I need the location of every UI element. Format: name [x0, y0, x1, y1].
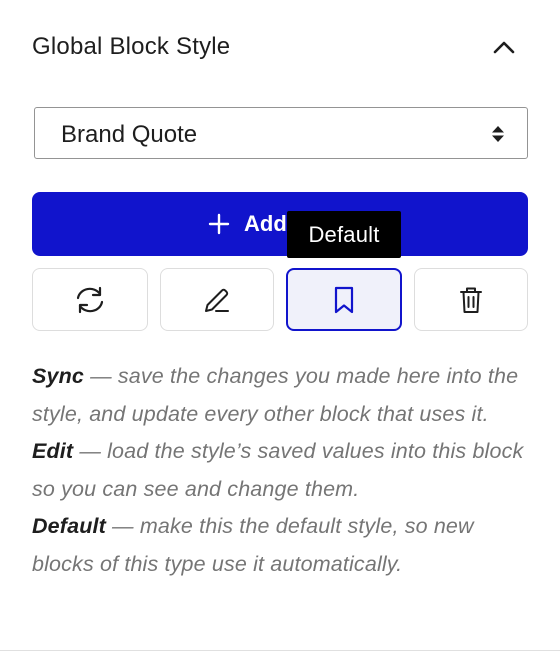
style-select-value: Brand Quote	[61, 121, 198, 148]
global-block-style-panel: Global Block Style Brand Quote Add Defau…	[0, 0, 560, 651]
chevron-up-icon[interactable]	[490, 34, 518, 62]
trash-icon	[460, 287, 482, 313]
panel-header[interactable]: Global Block Style	[0, 0, 560, 96]
help-item-edit: Edit — load the style’s saved values int…	[32, 433, 532, 508]
help-item-sync: Sync — save the changes you made here in…	[32, 358, 532, 433]
panel-title: Global Block Style	[32, 33, 231, 60]
help-description: — save the changes you made here into th…	[32, 364, 519, 426]
add-style-button[interactable]: Add	[32, 192, 528, 256]
help-term: Sync	[32, 364, 84, 388]
edit-button[interactable]	[160, 268, 274, 331]
bookmark-icon	[334, 286, 354, 313]
help-item-default: Default — make this the default style, s…	[32, 508, 532, 583]
style-select[interactable]: Brand Quote	[34, 107, 528, 159]
help-description: — load the style’s saved values into thi…	[32, 439, 524, 501]
up-down-arrows-icon	[492, 126, 504, 142]
help-text: Sync — save the changes you made here in…	[32, 358, 532, 583]
delete-button[interactable]	[414, 268, 528, 331]
plus-icon	[208, 213, 230, 235]
help-term: Edit	[32, 439, 74, 463]
sync-icon	[76, 286, 104, 313]
help-term: Default	[32, 514, 106, 538]
add-style-button-label: Add	[244, 211, 287, 236]
pencil-icon	[205, 288, 229, 312]
default-tooltip: Default	[287, 211, 401, 258]
sync-button[interactable]	[32, 268, 148, 331]
set-default-button[interactable]	[286, 268, 402, 331]
